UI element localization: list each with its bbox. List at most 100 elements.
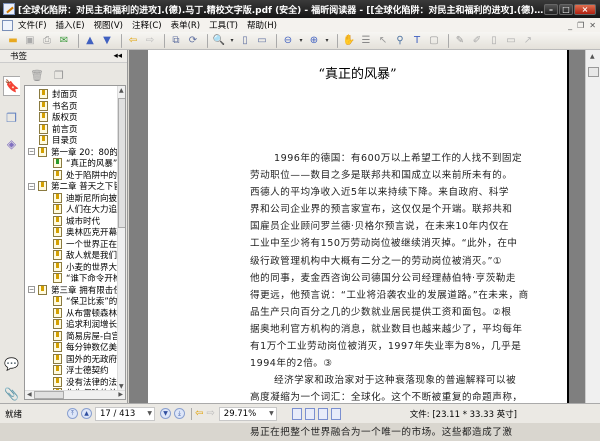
forward-icon[interactable]: ⇨	[206, 408, 214, 419]
typewriter-icon[interactable]: T	[410, 34, 424, 48]
bookmark-item[interactable]: “真正的风暴”	[53, 157, 117, 169]
bookmark-item[interactable]: − 第一章 20：80的社	[28, 146, 119, 158]
hand-tool-icon[interactable]: ✋	[342, 34, 356, 48]
bookmark-item[interactable]: “谁下命令开枪？	[53, 272, 119, 284]
next-page-icon[interactable]: ▼	[100, 34, 114, 48]
pages-tab-icon[interactable]: ❐	[3, 108, 20, 128]
bookmark-icon	[53, 169, 62, 180]
page-number-input[interactable]: 17 / 413 ▼	[95, 406, 155, 421]
collapse-toggle-icon[interactable]: −	[28, 286, 35, 293]
bookmark-item[interactable]: 处于陷阱中的民	[53, 169, 119, 181]
tree-vertical-scrollbar[interactable]: ▲ ▼	[117, 86, 125, 391]
attachments-tab-icon[interactable]: 📎	[3, 384, 20, 404]
bookmark-item[interactable]: 前言页	[39, 123, 78, 135]
bookmark-item[interactable]: 版权页	[39, 111, 78, 123]
bookmark-item[interactable]: 一个世界正在形	[53, 238, 119, 250]
previous-page-icon[interactable]: ▲	[83, 34, 97, 48]
delete-bookmark-icon[interactable]: 🗑	[30, 69, 44, 82]
bookmark-item[interactable]: 浮士德契约	[53, 364, 109, 376]
fit-page-icon[interactable]: ▭	[255, 34, 269, 48]
chevron-down-icon[interactable]: ▼	[147, 410, 152, 417]
bookmark-item[interactable]: 小麦的世界大国	[53, 261, 119, 273]
last-page-button[interactable]: ⤓	[174, 408, 185, 419]
pencil-icon[interactable]: ✐	[470, 34, 484, 48]
menu-insert[interactable]: 插入(E)	[56, 19, 85, 31]
menu-file[interactable]: 文件(F)	[18, 19, 47, 31]
open-folder-icon[interactable]: ▬	[6, 34, 20, 48]
continuous-facing-view-icon[interactable]	[330, 407, 341, 420]
toolbar-separator	[276, 33, 277, 48]
bookmark-item[interactable]: − 第二章 普天之下皆	[28, 180, 119, 192]
select-arrow-icon[interactable]: ↖	[376, 34, 390, 48]
facing-view-icon[interactable]	[317, 407, 328, 420]
comments-tab-icon[interactable]: 💬	[3, 354, 20, 374]
bookmark-item[interactable]: 敌人就是我们自	[53, 249, 119, 261]
collapse-toggle-icon[interactable]: −	[28, 148, 35, 155]
bookmark-item[interactable]: 迪斯尼所向披靡	[53, 192, 119, 204]
zoom-input[interactable]: 29.71% ▼	[218, 406, 277, 421]
bookmark-item[interactable]: 奥林匹克开幕式	[53, 226, 119, 238]
tree-horizontal-scrollbar[interactable]: ◀ ▶	[25, 390, 125, 399]
menu-help[interactable]: 帮助(H)	[247, 19, 277, 31]
bookmark-item[interactable]: 每分钟数亿美元	[53, 341, 119, 353]
continuous-view-icon[interactable]	[304, 407, 315, 420]
chevron-down-icon[interactable]: ▼	[269, 410, 274, 417]
menu-tools[interactable]: 工具(T)	[209, 19, 238, 31]
doc-restore-button[interactable]: ❐	[577, 21, 584, 30]
chevron-down-icon[interactable]: ▾	[229, 34, 235, 48]
menu-form[interactable]: 表单(R)	[171, 19, 201, 31]
bookmark-item[interactable]: 从布雷顿森林体	[53, 307, 119, 319]
bookmark-item[interactable]: 封面页	[39, 88, 78, 100]
bookmark-item[interactable]: 人们在大力追求	[53, 203, 119, 215]
extract-page-icon[interactable]: ⧉	[169, 34, 183, 48]
menu-view[interactable]: 视图(V)	[94, 19, 123, 31]
bookmark-item[interactable]: 国外的无政府主	[53, 353, 119, 365]
save-icon[interactable]: ▣	[23, 34, 37, 48]
collapse-toggle-icon[interactable]: −	[28, 182, 35, 190]
document-vertical-scrollbar[interactable]: ▲	[585, 50, 600, 403]
maximize-button[interactable]: □	[559, 3, 573, 15]
text-box-icon[interactable]: ▯	[487, 34, 501, 48]
rotate-page-icon[interactable]: ⟳	[186, 34, 200, 48]
add-bookmark-icon[interactable]: ❐	[54, 69, 64, 82]
zoom-out-icon[interactable]: ⊖	[281, 34, 295, 48]
bookmark-item[interactable]: 目录页	[39, 134, 78, 146]
bookmark-item[interactable]: “保卫比索”的行	[53, 295, 119, 307]
text-line: 品生产只向百分之几的少数就业居民提供工资和面包。②根	[250, 306, 512, 318]
chevron-down-icon[interactable]: ▾	[324, 34, 330, 48]
bookmarks-tab-icon[interactable]: 🔖	[3, 76, 20, 96]
document-icon[interactable]	[2, 19, 13, 31]
doc-minimize-button[interactable]: _	[568, 21, 572, 30]
bookmark-item[interactable]: 城市时代	[53, 215, 100, 227]
back-icon[interactable]: ⇦	[126, 34, 140, 48]
layers-tab-icon[interactable]: ◈	[3, 134, 20, 154]
single-page-view-icon[interactable]	[291, 407, 302, 420]
back-icon[interactable]: ⇦	[195, 408, 203, 419]
email-icon[interactable]: ✉	[57, 34, 71, 48]
close-button[interactable]: ×	[574, 3, 596, 15]
first-page-button[interactable]: ⤒	[67, 408, 78, 419]
bookmark-item[interactable]: − 第三章 拥有限击任	[28, 284, 119, 296]
doc-close-button[interactable]: ✕	[589, 21, 596, 30]
bookmark-item[interactable]: 追求利润增长的	[53, 318, 119, 330]
forward-icon[interactable]: ⇨	[143, 34, 157, 48]
chevron-down-icon[interactable]: ▾	[298, 34, 304, 48]
bookmark-item[interactable]: 书名页	[39, 100, 78, 112]
print-icon[interactable]: ⎙	[40, 34, 54, 48]
previous-page-button[interactable]: ▲	[81, 408, 92, 419]
snapshot-icon[interactable]: ▢	[427, 34, 441, 48]
menu-comment[interactable]: 注释(C)	[132, 19, 162, 31]
next-page-button[interactable]: ▼	[160, 408, 171, 419]
select-text-icon[interactable]: ☰	[359, 34, 373, 48]
find-icon[interactable]: ⚲	[393, 34, 407, 48]
collapse-panel-icon[interactable]: ◂◂	[113, 51, 122, 61]
zoom-in-icon[interactable]: 🔍	[212, 34, 226, 48]
actual-size-icon[interactable]: ▯	[238, 34, 252, 48]
bookmark-item[interactable]: 简易房屋-白宫	[53, 330, 119, 342]
note-icon[interactable]: ✎	[453, 34, 467, 48]
comment-icon[interactable]: ▭	[504, 34, 518, 48]
arrow-tool-icon[interactable]: ↗	[521, 34, 535, 48]
zoom-plus-icon[interactable]: ⊕	[307, 34, 321, 48]
bookmark-item[interactable]: 没有法律的法庭	[53, 376, 119, 388]
minimize-button[interactable]: –	[544, 3, 558, 15]
